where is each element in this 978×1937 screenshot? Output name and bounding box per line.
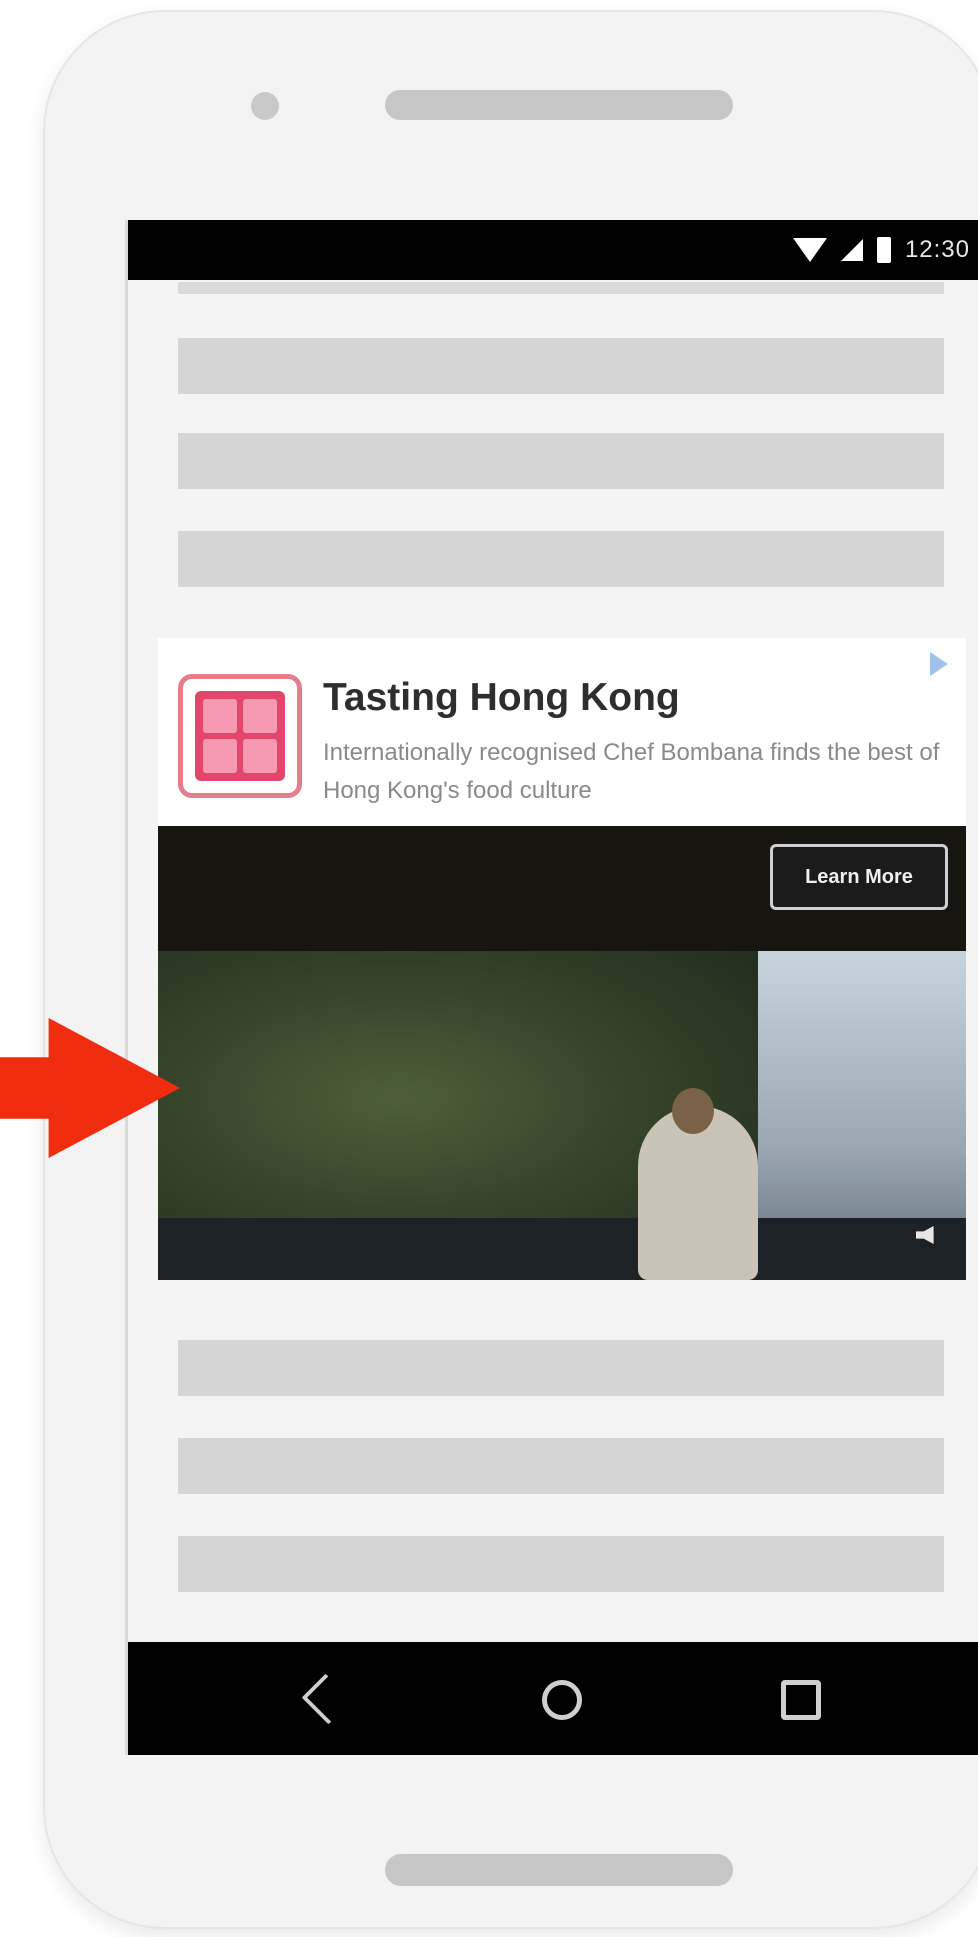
content-placeholder [178,1438,944,1494]
recents-icon[interactable] [781,1680,821,1720]
stage: 12:30 Tasting Hong Kong Internationally … [0,0,978,1937]
native-video-ad[interactable]: Tasting Hong Kong Internationally recogn… [158,638,966,1280]
content-placeholder [178,531,944,587]
ad-headline[interactable]: Tasting Hong Kong [323,676,680,720]
logo-mark [195,691,285,781]
navigation-bar [128,1642,978,1755]
video-street [158,1218,966,1280]
ad-body-text: Internationally recognised Chef Bombana … [323,739,940,804]
home-icon[interactable] [542,1680,582,1720]
content-placeholder [178,338,944,394]
earpiece-speaker [385,90,733,120]
signal-icon [840,239,863,261]
ad-video-player[interactable]: Learn More [158,826,966,1280]
status-time: 12:30 [904,236,970,263]
content-placeholder [178,1340,944,1396]
wifi-icon [792,238,827,262]
status-bar: 12:30 [128,220,978,280]
content-placeholder [178,1536,944,1592]
video-chef-head [672,1088,714,1134]
phone-frame: 12:30 Tasting Hong Kong Internationally … [45,12,978,1927]
content-placeholder [178,433,944,489]
content-placeholder [178,282,944,294]
ad-choices-icon[interactable] [930,652,948,676]
back-icon[interactable] [301,1673,353,1725]
bottom-speaker [385,1854,733,1886]
battery-icon [876,237,891,263]
learn-more-button[interactable]: Learn More [770,844,948,910]
phone-screen: 12:30 Tasting Hong Kong Internationally … [125,220,978,1755]
front-camera [251,92,279,120]
advertiser-logo[interactable] [178,674,302,798]
